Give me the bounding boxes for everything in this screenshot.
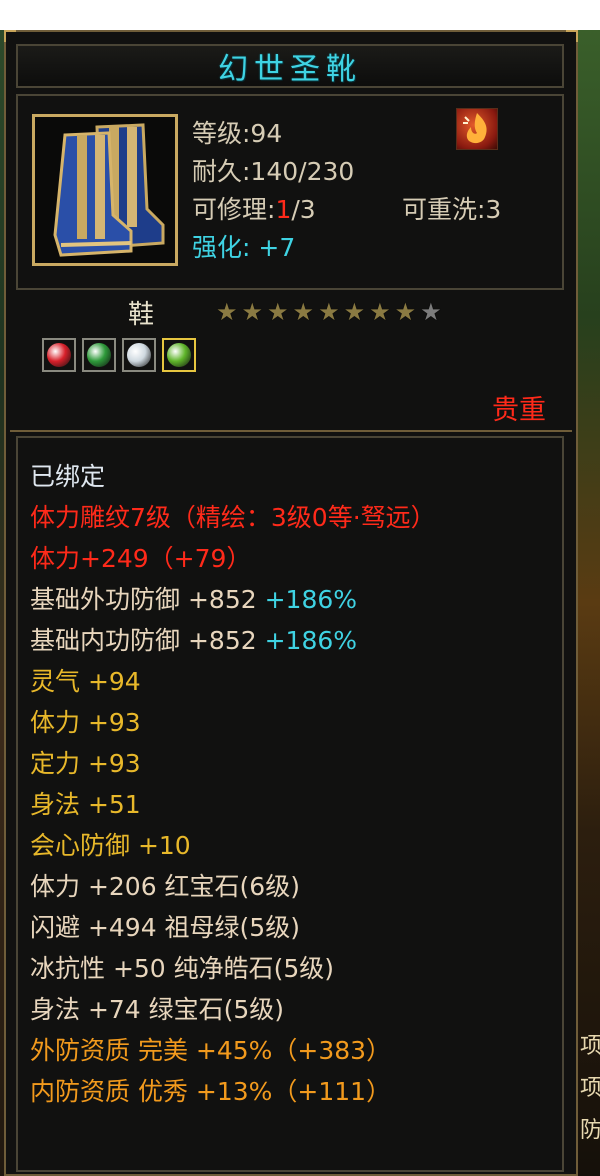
red-gem-icon <box>42 338 76 372</box>
inner-defense-value: +852 <box>187 626 257 655</box>
repair-text: 可修理:1/3 <box>192 190 316 226</box>
star-rating: ★ ★ ★ ★ ★ ★ ★ ★ ★ <box>216 300 442 324</box>
attribute-line: 体力 +93 <box>30 708 141 737</box>
rewash-text: 可重洗:3 <box>402 195 502 224</box>
stamina-main-line: 体力+249（+79） <box>30 544 252 573</box>
gem-attribute-line: 身法 +74 绿宝石(5级) <box>30 995 285 1024</box>
frame-corner <box>566 30 578 42</box>
green-gem-icon <box>82 338 116 372</box>
item-stats-panel: 已绑定 体力雕纹7级（精绘：3级0等·驽远） 体力+249（+79） 基础外功防… <box>16 436 564 1172</box>
star-empty-icon: ★ <box>420 298 442 326</box>
durability-text: 耐久:140/230 <box>192 157 355 186</box>
engrave-line: 体力雕纹7级（精绘：3级0等·驽远） <box>30 503 436 532</box>
outer-defense-label: 基础外功防御 <box>30 585 181 614</box>
star-filled-icon: ★ <box>369 298 391 326</box>
level-text: 等级:94 <box>192 119 283 148</box>
background-label: 项 <box>580 1076 600 1101</box>
outer-defense-line: 基础外功防御 +852 +186% <box>30 585 357 615</box>
inner-defense-label: 基础内功防御 <box>30 626 181 655</box>
star-filled-icon: ★ <box>292 298 315 326</box>
boots-item-icon <box>32 114 178 266</box>
rarity-text: 贵重 <box>492 395 546 426</box>
item-type-label: 鞋 <box>128 300 155 330</box>
gem-attribute-line: 冰抗性 +50 纯净皓石(5级) <box>30 954 335 983</box>
gem-attribute-line: 体力 +206 红宝石(6级) <box>30 872 300 901</box>
inner-defense-line: 基础内功防御 +852 +186% <box>30 626 357 656</box>
divider <box>10 430 572 432</box>
star-filled-icon: ★ <box>394 298 417 326</box>
bound-status: 已绑定 <box>30 462 106 491</box>
outer-defense-value: +852 <box>187 585 257 614</box>
gem-slots <box>42 338 196 372</box>
outer-defense-percent: +186% <box>264 585 358 614</box>
enhance-text: 强化: +7 <box>192 233 296 262</box>
attribute-line: 会心防御 +10 <box>30 831 191 860</box>
star-filled-icon: ★ <box>216 298 238 326</box>
lime-gem-icon <box>162 338 196 372</box>
attribute-line: 定力 +93 <box>30 749 141 778</box>
gem-attribute-line: 闪避 +494 祖母绿(5级) <box>30 913 300 942</box>
repair-max: /3 <box>291 195 316 224</box>
frame-corner <box>4 30 16 42</box>
inner-defense-percent: +186% <box>264 626 358 655</box>
item-type-panel: 鞋 ★ ★ ★ ★ ★ ★ ★ ★ ★ 贵重 <box>16 294 564 428</box>
star-filled-icon: ★ <box>267 298 289 326</box>
background-label: 项 <box>580 1034 600 1059</box>
background-scene-right <box>578 30 600 1176</box>
item-info-panel: 等级:94 耐久:140/230 可修理:1/3 可重洗:3 强化: +7 <box>16 94 564 290</box>
repair-current: 1 <box>275 195 292 224</box>
aptitude-line: 内防资质 优秀 +13%（+111） <box>30 1077 392 1106</box>
aptitude-line: 外防资质 完美 +45%（+383） <box>30 1036 392 1065</box>
star-filled-icon: ★ <box>318 298 340 326</box>
attribute-line: 灵气 +94 <box>30 667 141 696</box>
attribute-line: 身法 +51 <box>30 790 141 819</box>
item-title-bar: 幻世圣靴 <box>16 44 564 88</box>
item-name: 幻世圣靴 <box>218 52 362 87</box>
star-filled-icon: ★ <box>241 298 264 326</box>
white-gem-icon <box>122 338 156 372</box>
item-tooltip: 幻世圣靴 等级:94 耐久:140/230 可修理:1/3 可重洗:3 强化: … <box>4 30 578 1176</box>
repair-label: 可修理: <box>192 195 276 224</box>
background-label: 防 <box>580 1118 600 1143</box>
star-filled-icon: ★ <box>343 298 366 326</box>
flame-class-icon <box>456 108 498 150</box>
